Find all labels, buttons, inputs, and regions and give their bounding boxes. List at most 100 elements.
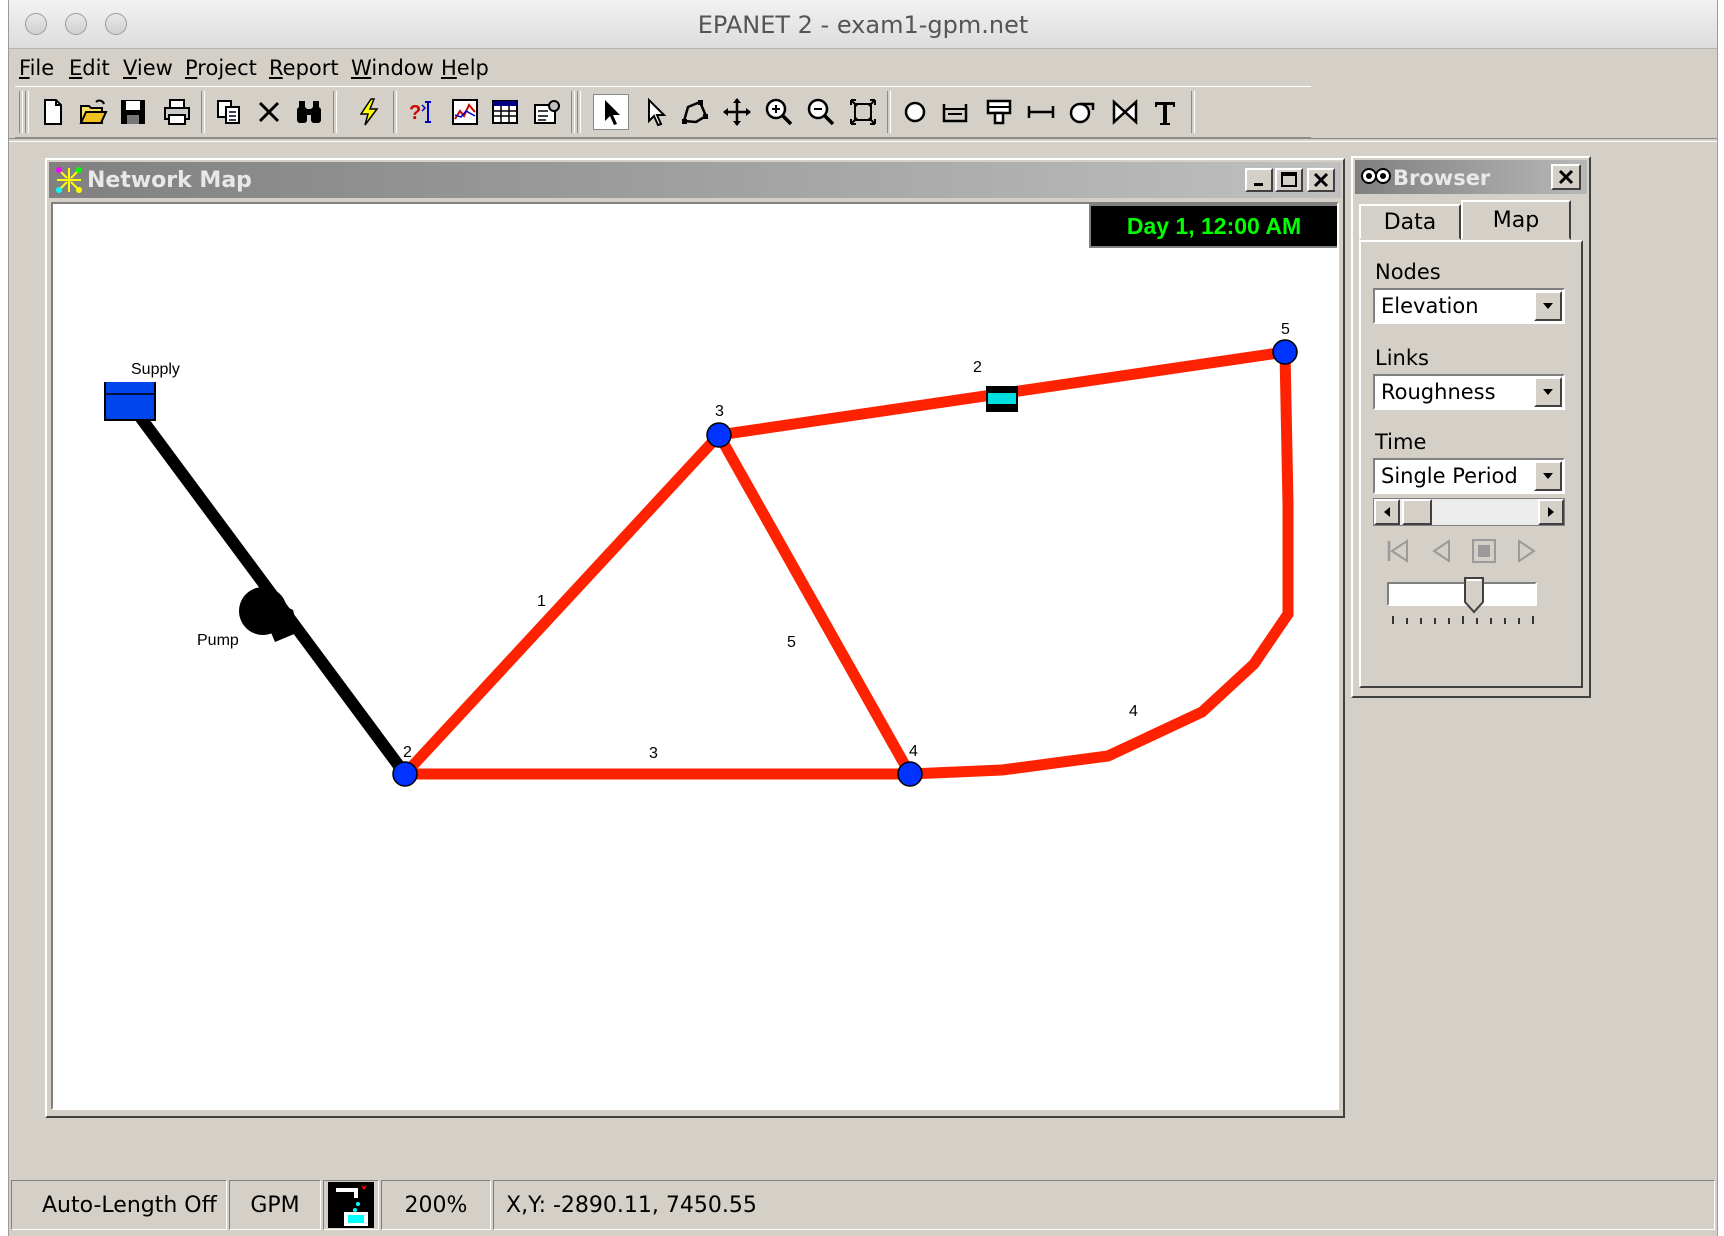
close-icon: [1313, 172, 1329, 188]
menu-file[interactable]: File: [19, 56, 54, 80]
select-vertex-icon[interactable]: [637, 94, 673, 130]
scroll-thumb[interactable]: [1402, 499, 1432, 525]
junction-5[interactable]: [1272, 339, 1298, 365]
junction-3[interactable]: [706, 422, 732, 448]
links-select[interactable]: Roughness: [1373, 374, 1565, 410]
chevron-down-icon: [1543, 303, 1553, 309]
open-file-icon[interactable]: [75, 94, 111, 130]
link-label-1: 1: [537, 593, 546, 610]
node-label-2: 2: [403, 744, 412, 761]
epanet-window: EPANET 2 - exam1-gpm.net File Edit View …: [8, 0, 1718, 1236]
add-pump-icon[interactable]: [1063, 94, 1099, 130]
add-reservoir-icon[interactable]: [937, 94, 973, 130]
title-bar: EPANET 2 - exam1-gpm.net: [9, 0, 1717, 49]
svg-text:?: ?: [409, 102, 421, 124]
toolbar-separator: [201, 91, 205, 133]
valve-2[interactable]: [986, 386, 1018, 412]
nodes-dropdown-button[interactable]: [1534, 291, 1562, 321]
network-map-window: Network Map Day 1, 12:00 AM Supply Pump …: [45, 158, 1345, 1118]
arrow-left-icon: [1384, 507, 1390, 517]
options-icon[interactable]: [529, 94, 565, 130]
toolbar-separator: [1191, 91, 1195, 133]
menu-bar: File Edit View Project Report Window Hel…: [9, 50, 1717, 84]
menu-window[interactable]: Window: [351, 56, 434, 80]
browser-titlebar[interactable]: Browser: [1355, 160, 1587, 194]
time-select-value: Single Period: [1381, 464, 1518, 488]
run-status-icon: [328, 1182, 374, 1228]
zoom-in-icon[interactable]: [761, 94, 797, 130]
valve-label: 2: [973, 359, 982, 376]
reservoir-supply[interactable]: [104, 382, 156, 421]
rewind-icon[interactable]: [1385, 538, 1411, 564]
pipe-1[interactable]: [400, 431, 724, 778]
scroll-left-button[interactable]: [1374, 499, 1400, 525]
nodes-select[interactable]: Elevation: [1373, 288, 1565, 324]
table-icon[interactable]: [487, 94, 523, 130]
auto-length-status[interactable]: Auto-Length Off: [11, 1180, 227, 1230]
add-tank-icon[interactable]: [981, 94, 1017, 130]
map-tab-panel: Nodes Elevation Links Roughness Time Sin…: [1359, 240, 1583, 688]
pan-icon[interactable]: [719, 94, 755, 130]
save-icon[interactable]: [115, 94, 151, 130]
junction-4[interactable]: [897, 761, 923, 787]
link-label-5: 5: [787, 634, 796, 651]
junction-2[interactable]: [392, 761, 418, 787]
run-status: [323, 1180, 379, 1230]
delete-icon[interactable]: [251, 94, 287, 130]
time-select[interactable]: Single Period: [1373, 458, 1565, 494]
close-map-button[interactable]: [1307, 168, 1335, 192]
time-label: Time: [1375, 430, 1427, 454]
full-extent-icon[interactable]: [845, 94, 881, 130]
scroll-right-button[interactable]: [1538, 499, 1564, 525]
print-icon[interactable]: [159, 94, 195, 130]
pipe-4[interactable]: [909, 351, 1294, 780]
find-icon[interactable]: [291, 94, 327, 130]
add-valve-icon[interactable]: [1107, 94, 1143, 130]
query-icon[interactable]: ?: [405, 94, 441, 130]
arrow-right-icon: [1548, 507, 1554, 517]
minimize-map-button[interactable]: [1245, 168, 1273, 192]
toolbar-grip: [25, 91, 29, 133]
links-dropdown-button[interactable]: [1534, 377, 1562, 407]
maximize-map-button[interactable]: [1275, 168, 1303, 192]
toolbar-separator: [393, 91, 397, 133]
link-label-4: 4: [1129, 703, 1138, 720]
menu-report[interactable]: Report: [269, 56, 339, 80]
add-junction-icon[interactable]: [897, 94, 933, 130]
animation-speed-slider[interactable]: [1463, 576, 1485, 614]
tab-map[interactable]: Map: [1461, 200, 1571, 240]
close-browser-button[interactable]: [1551, 164, 1581, 190]
pump[interactable]: [239, 587, 299, 642]
slider-ticks: [1392, 616, 1534, 624]
select-region-icon[interactable]: [677, 94, 713, 130]
network-map-title: Network Map: [87, 168, 252, 193]
zoom-out-icon[interactable]: [803, 94, 839, 130]
copy-icon[interactable]: [211, 94, 247, 130]
menu-project[interactable]: Project: [185, 56, 257, 80]
maximize-icon: [1281, 172, 1297, 187]
add-label-icon[interactable]: [1147, 94, 1183, 130]
new-file-icon[interactable]: [35, 94, 71, 130]
time-dropdown-button[interactable]: [1534, 461, 1562, 491]
tab-data[interactable]: Data: [1359, 204, 1461, 240]
links-select-value: Roughness: [1381, 380, 1496, 404]
add-pipe-icon[interactable]: [1023, 94, 1059, 130]
network-map-canvas[interactable]: Day 1, 12:00 AM Supply Pump 2 3 4 5 1 3 …: [51, 202, 1339, 1110]
network-map-titlebar[interactable]: Network Map: [49, 162, 1341, 198]
menu-help[interactable]: Help: [441, 56, 489, 80]
network-diagram: Supply Pump 2 3 4 5 1 3 5 4 2: [104, 321, 1298, 787]
pump-label: Pump: [197, 632, 239, 649]
toolbar-grip: [19, 91, 23, 133]
toolbar-separator: [333, 91, 337, 133]
select-object-icon[interactable]: [593, 94, 629, 130]
play-back-icon[interactable]: [1429, 538, 1455, 564]
play-forward-icon[interactable]: [1513, 538, 1539, 564]
graph-icon[interactable]: [447, 94, 483, 130]
browser-title: Browser: [1393, 166, 1491, 190]
menu-edit[interactable]: Edit: [69, 56, 110, 80]
pipe-5[interactable]: [714, 432, 915, 777]
menu-view[interactable]: View: [123, 56, 173, 80]
time-scrollbar[interactable]: [1373, 498, 1565, 526]
run-analysis-icon[interactable]: [351, 94, 387, 130]
stop-icon[interactable]: [1471, 538, 1497, 564]
